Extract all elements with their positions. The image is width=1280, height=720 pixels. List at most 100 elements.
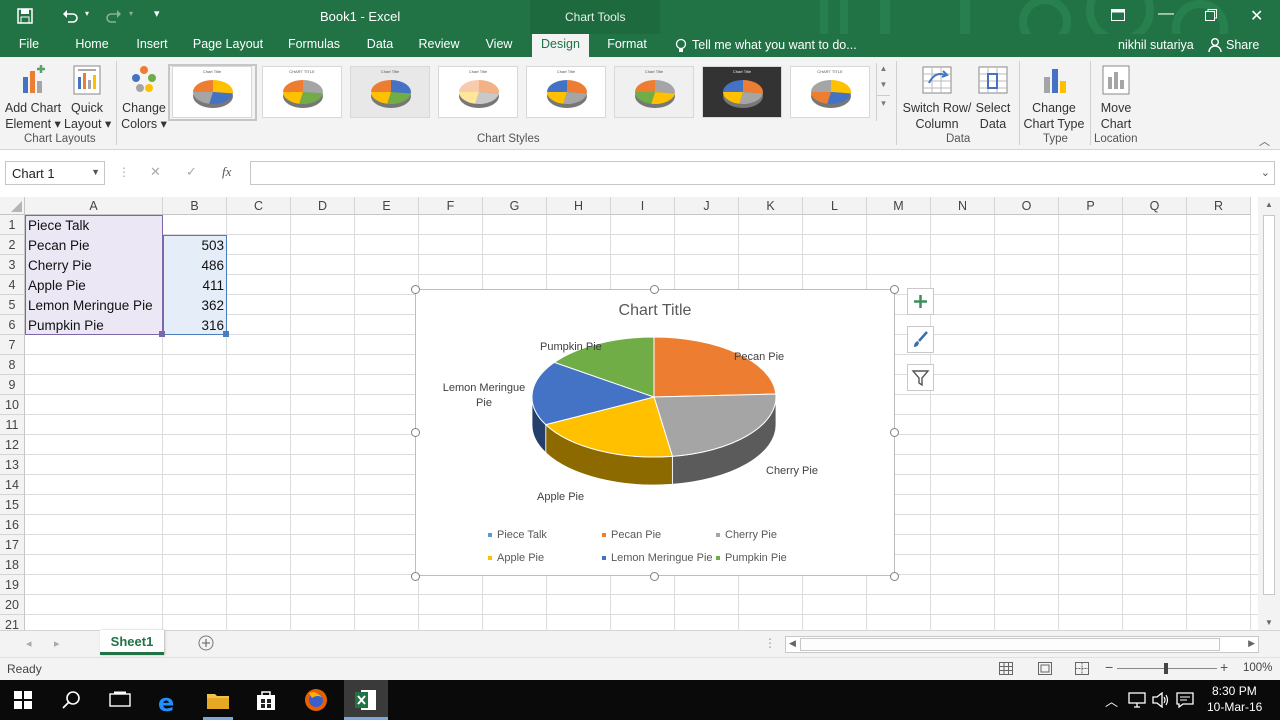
tab-split-handle-icon[interactable]: ⋮ (764, 636, 776, 650)
data-label-apple[interactable]: Apple Pie (537, 491, 584, 503)
collapse-ribbon-icon[interactable]: ︿ (1259, 133, 1270, 149)
chart-elements-button[interactable] (907, 288, 934, 315)
cell-a5[interactable]: Lemon Meringue Pie (28, 296, 162, 316)
select-all-corner[interactable] (0, 197, 25, 215)
cell-b4[interactable]: 411 (163, 276, 227, 296)
cell-b2[interactable]: 503 (163, 236, 227, 256)
pie-slice-pecan-pie[interactable] (653, 336, 777, 398)
row-header-17[interactable]: 17 (0, 535, 25, 555)
zoom-slider-thumb[interactable] (1164, 663, 1168, 674)
row-header-20[interactable]: 20 (0, 595, 25, 615)
vertical-scrollbar[interactable]: ▲ ▼ (1258, 197, 1280, 630)
column-header-k[interactable]: K (739, 197, 803, 215)
row-header-6[interactable]: 6 (0, 315, 25, 335)
cell-b3[interactable]: 486 (163, 256, 227, 276)
column-header-g[interactable]: G (483, 197, 547, 215)
chart-style-thumb-5[interactable]: Chart Title (526, 66, 606, 118)
new-sheet-icon[interactable] (198, 635, 214, 654)
column-header-f[interactable]: F (419, 197, 483, 215)
store-icon[interactable] (255, 689, 277, 714)
row-header-8[interactable]: 8 (0, 355, 25, 375)
sheet-nav-next-icon[interactable]: ▸ (54, 637, 60, 650)
search-icon[interactable] (62, 690, 82, 713)
normal-view-icon[interactable] (999, 662, 1013, 678)
row-header-7[interactable]: 7 (0, 335, 25, 355)
column-header-r[interactable]: R (1187, 197, 1251, 215)
zoom-level[interactable]: 100% (1243, 662, 1272, 674)
row-header-11[interactable]: 11 (0, 415, 25, 435)
row-header-16[interactable]: 16 (0, 515, 25, 535)
clock-time[interactable]: 8:30 PM (1212, 684, 1257, 698)
chart-style-thumb-7[interactable]: Chart Title (702, 66, 782, 118)
column-header-q[interactable]: Q (1123, 197, 1187, 215)
cell-a6[interactable]: Pumpkin Pie (28, 316, 162, 336)
column-header-i[interactable]: I (611, 197, 675, 215)
row-header-12[interactable]: 12 (0, 435, 25, 455)
column-header-a[interactable]: A (25, 197, 163, 215)
page-break-preview-icon[interactable] (1075, 662, 1089, 678)
horizontal-scrollbar[interactable]: ◀ ▶ (785, 636, 1259, 653)
change-colors-button[interactable]: Change Colors ▾ (120, 63, 168, 132)
column-header-o[interactable]: O (995, 197, 1059, 215)
change-chart-type-button[interactable]: Change Chart Type (1022, 63, 1086, 132)
legend-item[interactable]: Cherry Pie (716, 529, 777, 541)
name-box[interactable]: Chart 1 ▼ (5, 161, 105, 185)
ribbon-display-options-icon[interactable] (1111, 9, 1125, 24)
volume-icon[interactable] (1152, 691, 1170, 711)
row-header-3[interactable]: 3 (0, 255, 25, 275)
tab-review[interactable]: Review (414, 34, 464, 57)
cell-a3[interactable]: Cherry Pie (28, 256, 162, 276)
cell-b6[interactable]: 316 (163, 316, 227, 336)
column-header-j[interactable]: J (675, 197, 739, 215)
legend-item[interactable]: Pumpkin Pie (716, 552, 787, 564)
vertical-scroll-thumb[interactable] (1263, 215, 1275, 595)
legend-item[interactable]: Apple Pie (488, 552, 544, 564)
windows-start-icon[interactable] (14, 691, 32, 712)
scroll-right-icon[interactable]: ▶ (1248, 638, 1255, 649)
cell-a4[interactable]: Apple Pie (28, 276, 162, 296)
tell-me-search[interactable]: Tell me what you want to do... (692, 38, 857, 52)
action-center-icon[interactable] (1176, 692, 1194, 711)
share-button[interactable]: Share (1226, 38, 1259, 52)
row-header-4[interactable]: 4 (0, 275, 25, 295)
sheet-tab-sheet1[interactable]: Sheet1 (100, 630, 164, 655)
column-header-b[interactable]: B (163, 197, 227, 215)
column-header-d[interactable]: D (291, 197, 355, 215)
insert-function-icon[interactable]: fx (222, 164, 231, 180)
row-header-15[interactable]: 15 (0, 495, 25, 515)
resize-handle-n[interactable] (650, 285, 659, 294)
resize-handle-w[interactable] (411, 428, 420, 437)
gallery-scroll[interactable]: ▲ ▼ ▾ (876, 63, 890, 121)
sheet-nav-prev-icon[interactable]: ◂ (26, 637, 32, 650)
tab-format[interactable]: Format (601, 34, 653, 57)
tab-insert[interactable]: Insert (130, 34, 174, 57)
resize-handle-ne[interactable] (890, 285, 899, 294)
data-label-pecan[interactable]: Pecan Pie (734, 351, 784, 363)
chart-style-thumb-2[interactable]: CHART TITLE (262, 66, 342, 118)
chart-title[interactable]: Chart Title (416, 302, 894, 320)
chart-area[interactable]: Chart Title Pecan Pie Cherry Pie Apple P… (415, 289, 895, 576)
cell-b5[interactable]: 362 (163, 296, 227, 316)
select-data-button[interactable]: Select Data (974, 63, 1012, 132)
chart-style-thumb-3[interactable]: Chart Title (350, 66, 430, 118)
data-label-lemon[interactable]: Lemon Meringue Pie (442, 381, 526, 411)
move-chart-button[interactable]: Move Chart (1094, 63, 1138, 132)
column-header-n[interactable]: N (931, 197, 995, 215)
legend-item[interactable]: Piece Talk (488, 529, 547, 541)
tab-file[interactable]: File (10, 34, 48, 57)
zoom-out-icon[interactable]: − (1105, 659, 1113, 675)
column-header-p[interactable]: P (1059, 197, 1123, 215)
resize-handle-se[interactable] (890, 572, 899, 581)
horizontal-scroll-thumb[interactable] (800, 638, 1220, 651)
column-header-c[interactable]: C (227, 197, 291, 215)
edge-browser-icon[interactable]: e (158, 689, 174, 717)
file-explorer-icon[interactable] (206, 690, 230, 713)
undo-dropdown-icon[interactable]: ▾ (85, 9, 89, 18)
scroll-down-icon[interactable]: ▼ (1258, 618, 1280, 627)
column-header-m[interactable]: M (867, 197, 931, 215)
resize-handle-sw[interactable] (411, 572, 420, 581)
tab-home[interactable]: Home (70, 34, 114, 57)
page-layout-view-icon[interactable] (1038, 662, 1052, 678)
chart-style-thumb-8[interactable]: CHART TITLE (790, 66, 870, 118)
formula-input[interactable]: ⌄ (250, 161, 1275, 185)
